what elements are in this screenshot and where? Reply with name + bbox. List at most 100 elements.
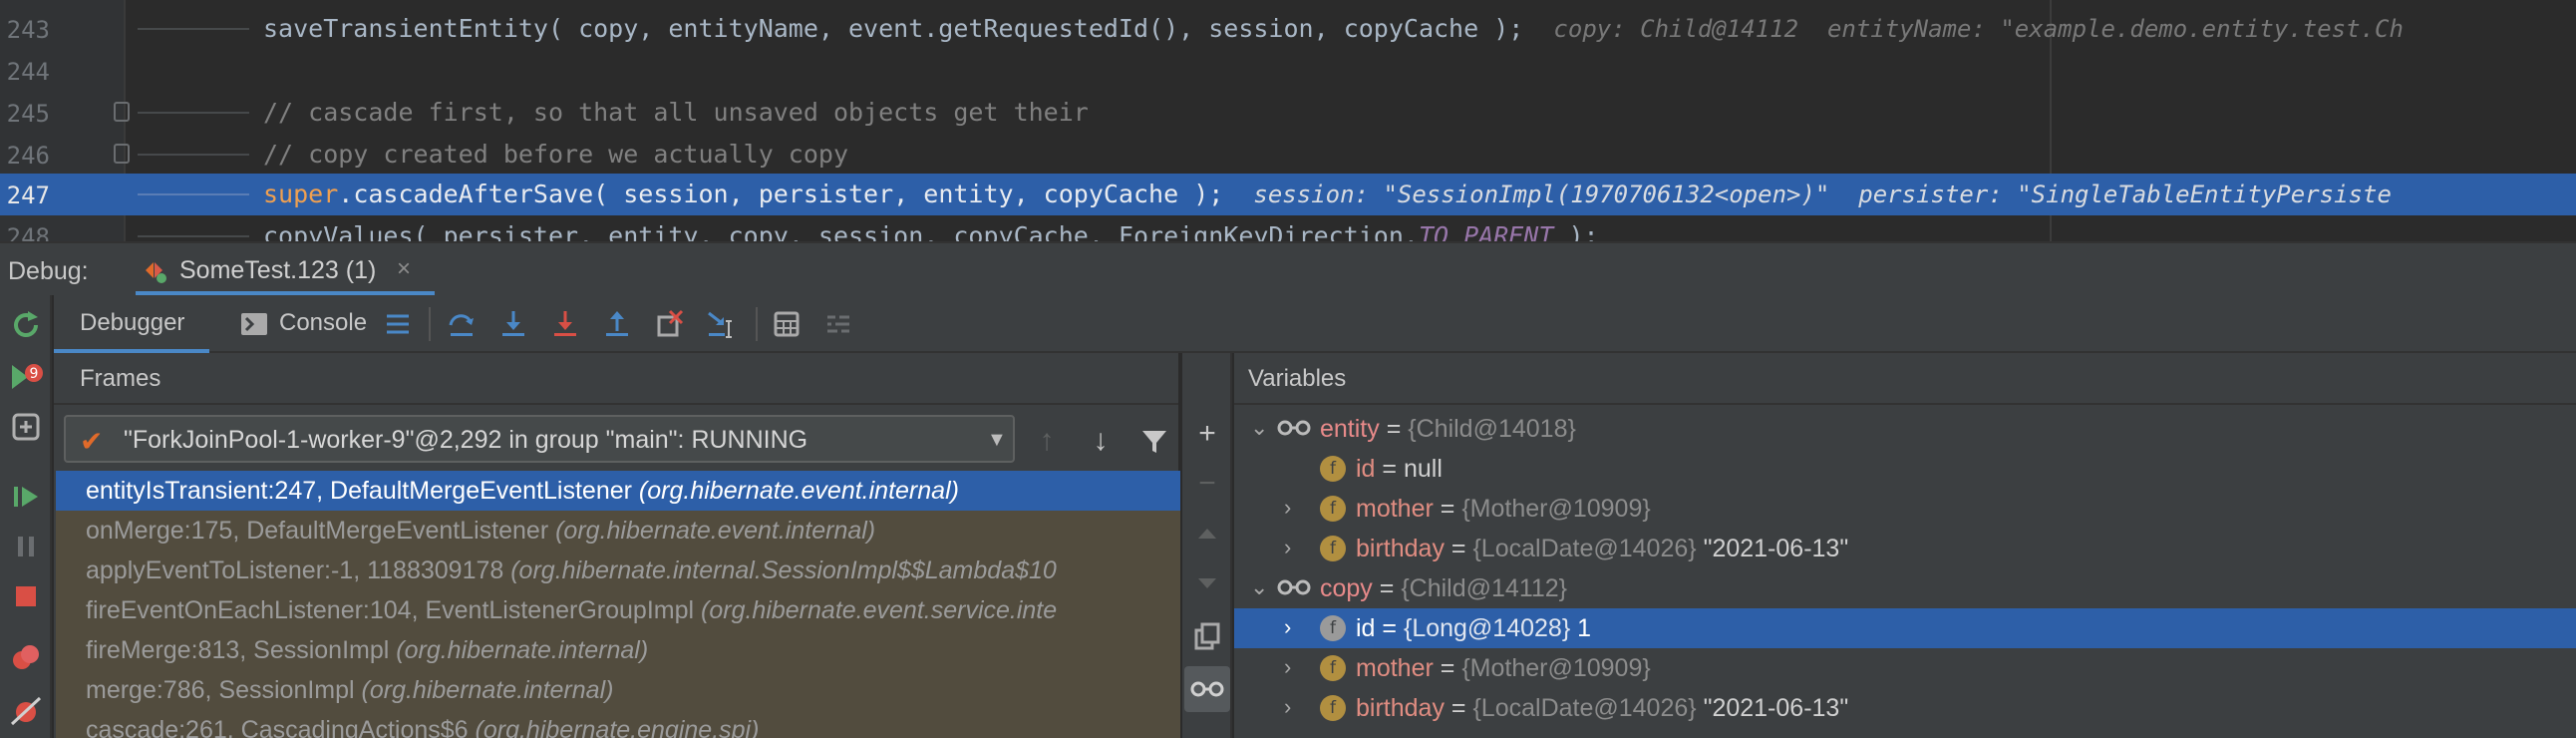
move-down-icon[interactable] [1190,566,1224,600]
variable-name: id [1356,614,1376,642]
code-line[interactable]: 244 [0,50,2576,92]
code-line[interactable]: 245 // cascade first, so that all unsave… [0,92,2576,134]
variable-name: mother [1356,654,1434,682]
code-tail: ); [1553,221,1599,241]
previous-frame-icon[interactable]: ↑ [1027,421,1067,461]
variable-row[interactable]: › f birthday = {LocalDate@14026} "2021-0… [1234,529,2576,568]
copy-icon[interactable] [1190,620,1224,654]
chevron-down-icon: ▼ [987,429,1007,451]
code-line[interactable]: 246 // copy created before we actually c… [0,134,2576,176]
variable-name: entity [1320,415,1380,443]
execution-point-line[interactable]: 247 super.cascadeAfterSave( session, per… [0,174,2576,215]
variable-row[interactable]: › f birthday = {LocalDate@14026} "2021-0… [1234,688,2576,728]
stack-frame[interactable]: cascade:261, CascadingActions$6 (org.hib… [56,710,1180,738]
chevron-right-icon[interactable]: › [1284,694,1291,720]
code-editor[interactable]: 243 saveTransientEntity( copy, entityNam… [0,0,2576,241]
variable-name: birthday [1356,535,1445,562]
mute-breakpoints-icon[interactable] [8,692,44,728]
chevron-right-icon[interactable]: › [1284,614,1291,640]
code-comment: // copy created before we actually copy [263,140,848,169]
variable-row[interactable]: › f mother = {Mother@10909} [1234,648,2576,688]
step-over-icon[interactable] [447,309,477,339]
chevron-right-icon[interactable]: › [1284,495,1291,521]
indent-guide [138,28,249,30]
session-name: SomeTest.123 (1) [179,256,377,284]
chevron-right-icon[interactable]: › [1284,654,1291,680]
show-watches-toggle[interactable] [1184,666,1230,712]
evaluate-icon[interactable] [772,309,802,339]
stack-frame[interactable]: applyEventToListener:-1, 1188309178 (org… [56,551,1180,590]
stack-frame[interactable]: merge:786, SessionImpl (org.hibernate.in… [56,670,1180,710]
chevron-right-icon[interactable]: › [1284,535,1291,560]
equals-sign: = [1444,694,1473,722]
inline-value-hint: copy: Child@14112 entityName: "example.d… [1553,15,2404,43]
run-to-cursor-icon[interactable] [706,309,736,339]
enum-constant: TO_PARENT [1418,221,1554,241]
rerun-failed-tests-icon[interactable]: 9 [8,359,44,395]
step-out-icon[interactable] [602,309,632,339]
stack-frame[interactable]: fireMerge:813, SessionImpl (org.hibernat… [56,630,1180,670]
code-line[interactable]: 243 saveTransientEntity( copy, entityNam… [0,8,2576,50]
tab-debugger[interactable]: Debugger [54,295,209,353]
drop-frame-icon[interactable] [654,309,684,339]
next-frame-icon[interactable]: ↓ [1081,421,1121,461]
watch-icon [1277,420,1311,436]
chevron-down-icon[interactable]: ⌄ [1250,415,1268,441]
layout-icon[interactable] [383,309,413,339]
stack-frame[interactable]: onMerge:175, DefaultMergeEventListener (… [56,511,1180,551]
trace-icon[interactable] [823,309,853,339]
variable-value: "2021-06-13" [1696,535,1849,562]
variable-type: {Long@14028} [1403,614,1571,642]
toolbar-separator [756,307,758,341]
variable-row[interactable]: › f id = {Long@14028} 1 [1234,608,2576,648]
variable-type: {Mother@10909} [1461,654,1651,682]
rerun-icon[interactable] [8,307,44,343]
frame-package: (org.hibernate.internal.SessionImpl$$Lam… [510,556,1057,584]
stack-frame[interactable]: fireEventOnEachListener:104, EventListen… [56,590,1180,630]
equals-sign: = [1372,574,1402,602]
field-icon: f [1320,456,1346,482]
thread-selector[interactable]: ✔ "ForkJoinPool-1-worker-9"@2,292 in gro… [64,415,1015,463]
fold-start-icon[interactable] [114,102,130,122]
move-up-icon[interactable] [1190,517,1224,551]
remove-watch-icon[interactable]: − [1190,467,1224,501]
field-icon: f [1320,496,1346,522]
variable-value: 1 [1570,614,1592,642]
fold-end-icon[interactable] [114,144,130,164]
close-icon[interactable]: × [397,255,411,283]
force-step-into-icon[interactable] [550,309,580,339]
frame-package: (org.hibernate.internal) [361,676,614,704]
variable-type: {Mother@10909} [1461,495,1651,523]
stop-icon[interactable] [8,578,44,614]
line-number: 243 [6,16,50,44]
inline-value-hint: session: "SessionImpl(1970706132<open>)"… [1253,181,2392,208]
code-statement: copyValues( persister, entity, copy, ses… [263,221,1419,241]
check-icon: ✔ [80,426,104,457]
variable-row[interactable]: ⌄ entity = {Child@14018} [1234,409,2576,449]
view-breakpoints-icon[interactable] [8,640,44,676]
frame-package: (org.hibernate.event.service.inte [701,596,1058,624]
variable-row[interactable]: › f mother = {Mother@10909} [1234,489,2576,529]
filter-icon[interactable] [1134,421,1174,461]
variable-name: mother [1356,495,1434,523]
tab-label: Debugger [80,309,185,336]
code-line[interactable]: 248 copyValues( persister, entity, copy,… [0,215,2576,241]
stack-frame[interactable]: entityIsTransient:247, DefaultMergeEvent… [56,471,1180,511]
tab-debug-session[interactable]: SomeTest.123 (1) × [136,243,435,295]
pause-icon[interactable] [8,529,44,564]
variable-row[interactable]: ⌄ copy = {Child@14112} [1234,568,2576,608]
variables-actions-strip: + − [1182,353,1232,738]
variable-value: "2021-06-13" [1696,694,1849,722]
restore-layout-icon[interactable] [8,409,44,445]
variable-value: null [1403,455,1443,483]
frame-method: merge:786, SessionImpl [86,676,362,704]
resume-icon[interactable] [8,479,44,515]
add-watch-icon[interactable]: + [1190,417,1224,451]
console-icon [241,313,267,335]
watch-icon [1277,579,1311,595]
step-into-icon[interactable] [498,309,528,339]
variable-row[interactable]: f id = null [1234,449,2576,489]
frames-title: Frames [80,365,161,392]
field-icon: f [1320,536,1346,561]
chevron-down-icon[interactable]: ⌄ [1250,574,1268,600]
